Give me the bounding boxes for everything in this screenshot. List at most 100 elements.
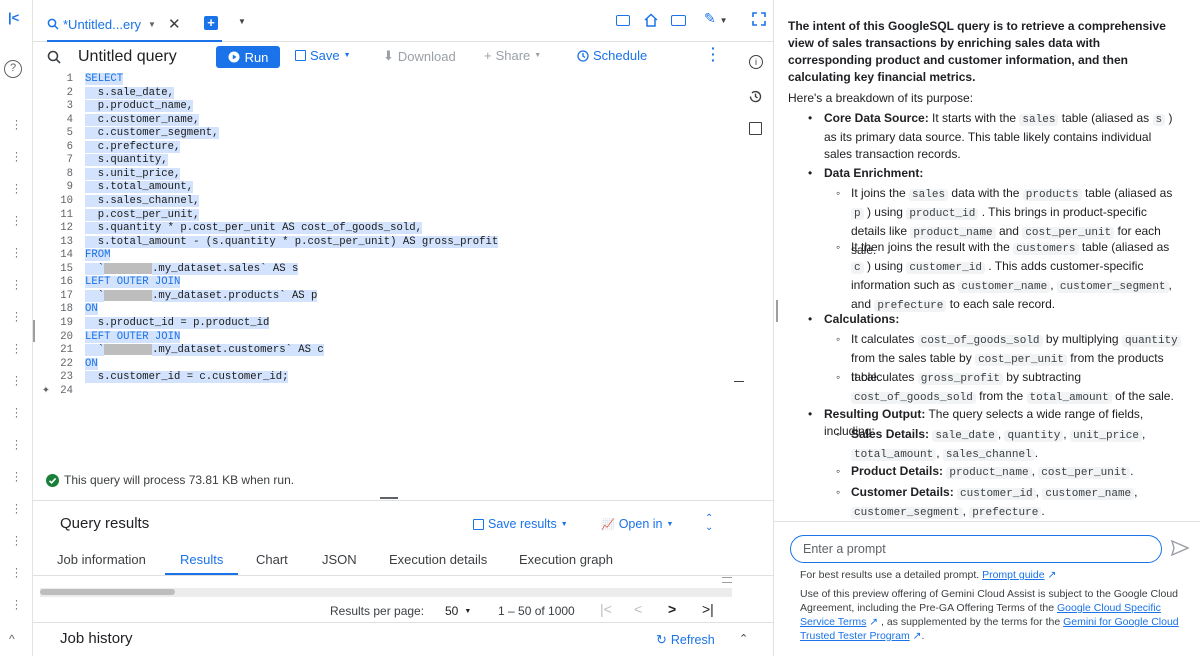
- sql-editor[interactable]: 1 2 3 4 5 6 7 8 9 10 11 12 13 14 15 16 1…: [33, 72, 773, 462]
- gemini-intro: The intent of this GoogleSQL query is to…: [788, 19, 1166, 84]
- more-icon[interactable]: · · ·: [0, 498, 33, 518]
- more-icon[interactable]: · · ·: [0, 146, 33, 166]
- help-icon[interactable]: ?: [4, 60, 22, 78]
- more-icon[interactable]: · · ·: [0, 402, 33, 422]
- share-icon: +: [484, 48, 492, 63]
- bullet: •: [808, 166, 813, 180]
- expand-up-icon[interactable]: ^: [9, 632, 15, 646]
- per-page-label: Results per page:: [330, 604, 425, 618]
- sub-bullet: ◦: [836, 186, 841, 200]
- more-icon[interactable]: · · ·: [0, 434, 33, 454]
- tab-execution-graph[interactable]: Execution graph: [519, 552, 613, 567]
- job-history-title[interactable]: Job history: [60, 630, 133, 647]
- tab-untitled-query[interactable]: *Untitled...ery ▼ ✕: [47, 8, 222, 42]
- more-icon[interactable]: · · ·: [0, 306, 33, 326]
- collapse-icon[interactable]: |<: [8, 10, 19, 25]
- compare-icon[interactable]: [616, 15, 630, 26]
- editor-resize-handle[interactable]: [33, 320, 35, 342]
- code-line: c.customer_name,: [85, 113, 200, 126]
- refresh-button[interactable]: ↻ Refresh: [656, 632, 715, 648]
- expand-collapse-icon[interactable]: ⌃ ⌄: [705, 514, 713, 533]
- more-icon[interactable]: · · ·: [0, 242, 33, 262]
- more-icon[interactable]: · · ·: [0, 530, 33, 550]
- download-button[interactable]: ⬇ Download: [383, 48, 456, 64]
- next-page-icon[interactable]: >: [668, 601, 676, 617]
- pane-resize-handle[interactable]: [776, 300, 778, 322]
- more-icon[interactable]: · · ·: [0, 338, 33, 358]
- sub-bullet: ◦: [836, 485, 841, 499]
- home-icon[interactable]: [644, 13, 658, 27]
- query-title[interactable]: Untitled query: [78, 48, 177, 66]
- chevron-down-icon: ▼: [464, 607, 472, 615]
- new-tab-button[interactable]: +: [204, 16, 218, 30]
- code-line: p.cost_per_unit,: [85, 208, 200, 221]
- external-link-icon: ↗: [912, 630, 922, 642]
- more-icon[interactable]: · · ·: [0, 562, 33, 582]
- more-icon[interactable]: · · ·: [0, 466, 33, 486]
- line-number: 4: [66, 113, 73, 126]
- code-line: p.product_name,: [85, 100, 194, 113]
- sales-details: Sales Details: sale_date, quantity, unit…: [851, 427, 1146, 461]
- line-number: 12: [60, 222, 73, 235]
- run-button[interactable]: Run: [216, 46, 280, 68]
- tab-title: *Untitled...ery: [63, 16, 142, 32]
- line-number: 16: [60, 276, 73, 289]
- save-button[interactable]: Save ▼: [295, 48, 351, 63]
- sub-bullet: ◦: [836, 464, 841, 478]
- gemini-sparkle-icon[interactable]: ✦: [42, 383, 50, 397]
- more-icon[interactable]: · · ·: [0, 210, 33, 230]
- code-line: s.quantity * p.cost_per_unit AS cost_of_…: [85, 222, 422, 235]
- enrichment-join-customers: It then joins the result with the custom…: [851, 240, 1172, 312]
- chart-icon: 📈: [601, 518, 615, 531]
- save-results-button[interactable]: Save results ▼: [473, 517, 568, 531]
- product-details: Product Details: product_name, cost_per_…: [851, 464, 1134, 479]
- save-icon: [473, 518, 484, 530]
- gemini-divider: [774, 521, 1200, 522]
- column-resize-icon[interactable]: [722, 577, 732, 583]
- more-icon[interactable]: · · ·: [0, 370, 33, 390]
- more-icon[interactable]: · · ·: [0, 114, 33, 134]
- resize-handle[interactable]: [380, 497, 398, 499]
- prompt-guide-link[interactable]: Prompt guide: [982, 569, 1044, 581]
- share-button[interactable]: + Share ▼: [484, 48, 541, 63]
- line-number: 10: [60, 195, 73, 207]
- more-icon[interactable]: · · ·: [0, 274, 33, 294]
- magic-icon[interactable]: ✎ ▼: [704, 10, 728, 27]
- tab-json[interactable]: JSON: [322, 552, 357, 567]
- keyboard-icon[interactable]: [671, 15, 686, 26]
- more-icon[interactable]: · · ·: [0, 178, 33, 198]
- per-page-select[interactable]: 50 ▼: [445, 604, 471, 618]
- code-line: ` .my_dataset.customers` AS c: [85, 344, 324, 357]
- open-in-button[interactable]: 📈 Open in ▼: [601, 517, 673, 531]
- tab-chart[interactable]: Chart: [256, 552, 288, 567]
- results-scrollbar[interactable]: [40, 589, 175, 595]
- save-icon: [295, 50, 306, 61]
- fullscreen-icon[interactable]: [752, 12, 766, 26]
- chevron-up-icon[interactable]: ⌃: [739, 632, 748, 645]
- more-options-icon[interactable]: · · ·: [711, 41, 716, 67]
- code-line: LEFT OUTER JOIN: [85, 330, 181, 343]
- last-page-icon[interactable]: >|: [702, 601, 714, 617]
- tab-menu-icon[interactable]: ▼: [238, 17, 246, 26]
- tab-results[interactable]: Results: [180, 552, 223, 567]
- sub-bullet: ◦: [836, 332, 841, 346]
- gemini-panel: The intent of this GoogleSQL query is to…: [774, 0, 1200, 656]
- prompt-input[interactable]: Enter a prompt: [790, 535, 1162, 563]
- core-data-source: Core Data Source: It starts with the sal…: [824, 111, 1173, 161]
- line-number: 9: [66, 181, 73, 194]
- send-icon[interactable]: [1171, 540, 1189, 556]
- chevron-down-icon[interactable]: ▼: [148, 20, 156, 29]
- line-number: 6: [66, 140, 73, 153]
- close-icon[interactable]: ✕: [168, 15, 181, 33]
- tab-execution-details[interactable]: Execution details: [389, 552, 487, 567]
- tab-job-information[interactable]: Job information: [57, 552, 146, 567]
- first-page-icon[interactable]: |<: [600, 601, 612, 617]
- more-icon[interactable]: · · ·: [0, 594, 33, 614]
- external-link-icon: ↗: [1047, 569, 1057, 581]
- info-icon[interactable]: i: [749, 55, 763, 69]
- bullet: •: [808, 407, 813, 421]
- line-number: 14: [60, 249, 73, 262]
- code-line: s.sale_date,: [85, 86, 175, 99]
- schedule-button[interactable]: Schedule: [577, 48, 647, 63]
- prev-page-icon[interactable]: <: [634, 601, 642, 617]
